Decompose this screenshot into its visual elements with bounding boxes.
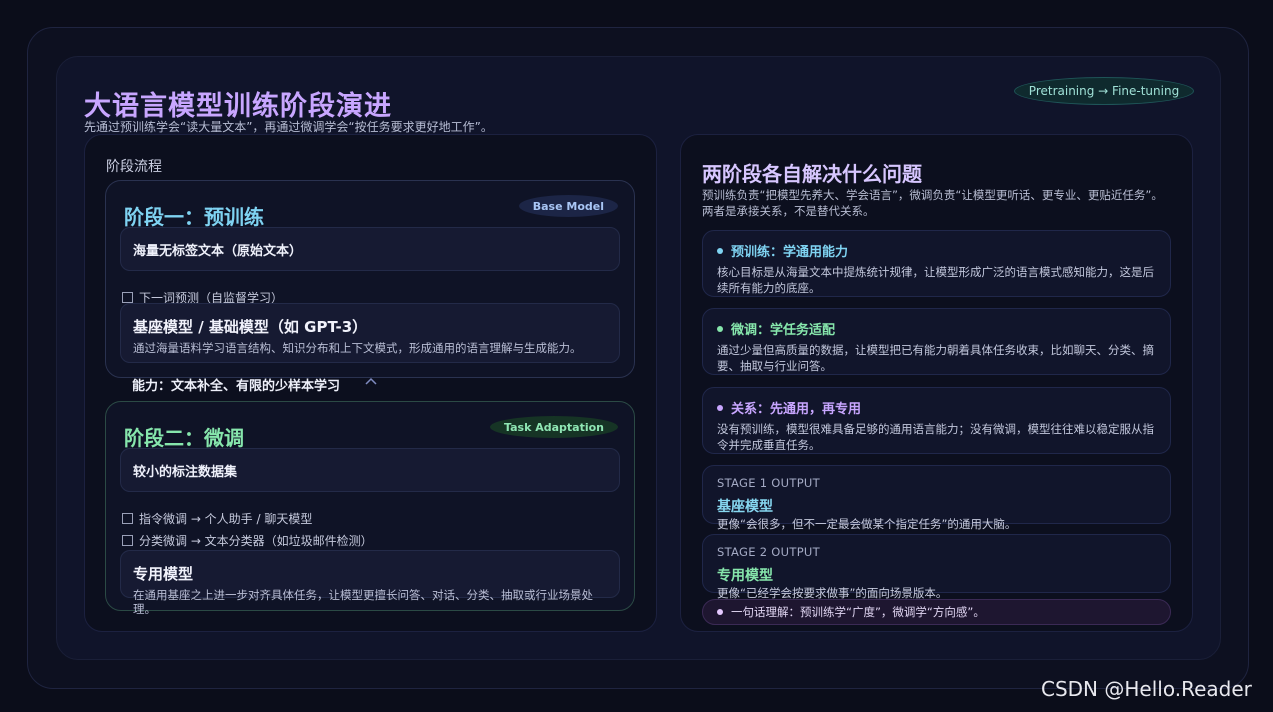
- dot-icon: [717, 609, 723, 615]
- finetuning-goal-head-text: 微调：学任务适配: [731, 323, 836, 338]
- stage-1-output-title: 基座模型: [717, 499, 773, 515]
- watermark: CSDN @Hello.Reader: [1041, 677, 1252, 701]
- problems-title: 两阶段各自解决什么问题: [702, 162, 922, 186]
- stage-2-input-text: 较小的标注数据集: [133, 465, 238, 480]
- specialized-model-title: 专用模型: [133, 565, 194, 583]
- base-model-box: 基座模型 / 基础模型（如 GPT-3） 通过海量语料学习语言结构、知识分布和上…: [120, 303, 620, 363]
- base-model-desc: 通过海量语料学习语言结构、知识分布和上下文模式，形成通用的语言理解与生成能力。: [133, 341, 582, 355]
- finetuning-goal-body: 通过少量但高质量的数据，让模型把已有能力朝着具体任务收束，比如聊天、分类、摘要、…: [717, 343, 1154, 373]
- page-subtitle: 先通过预训练学会“读大量文本”，再通过微调学会“按任务要求更好地工作”。: [84, 120, 493, 134]
- specialized-model-box: 专用模型 在通用基座之上进一步对齐具体任务，让模型更擅长问答、对话、分类、抽取或…: [120, 550, 620, 616]
- checkbox-icon: [122, 292, 133, 303]
- dot-icon: [717, 404, 723, 411]
- stage-1-input-box: 海量无标签文本（原始文本）: [120, 227, 620, 271]
- pretraining-finetuning-pill: Pretraining → Fine-tuning: [1014, 77, 1194, 105]
- dot-icon: [717, 247, 723, 254]
- pretraining-goal-head: 预训练：学通用能力: [717, 241, 848, 260]
- chevron-up-icon: [365, 377, 377, 385]
- stage-1-card: 阶段一：预训练 Base Model 海量无标签文本（原始文本） 下一词预测（自…: [105, 180, 635, 378]
- relationship-head-text: 关系：先通用，再专用: [731, 402, 862, 417]
- stage-2-input-box: 较小的标注数据集: [120, 448, 620, 492]
- pretraining-goal-head-text: 预训练：学通用能力: [731, 245, 849, 260]
- base-model-title: 基座模型 / 基础模型（如 GPT-3）: [133, 318, 368, 336]
- relationship-box: 关系：先通用，再专用 没有预训练，模型很难具备足够的通用语言能力；没有微调，模型…: [702, 387, 1171, 454]
- summary-pill: 一句话理解：预训练学“广度”，微调学“方向感”。: [702, 599, 1171, 625]
- stage-1-output-label: STAGE 1 OUTPUT: [717, 476, 820, 490]
- stage-2-task-1-label: 指令微调 → 个人助手 / 聊天模型: [139, 512, 313, 526]
- stage-2-output-box: STAGE 2 OUTPUT 专用模型 更像“已经学会按要求做事”的面向场景版本…: [702, 534, 1171, 600]
- pretraining-goal-box: 预训练：学通用能力 核心目标是从海量文本中提炼统计规律，让模型形成广泛的语言模式…: [702, 230, 1171, 297]
- stage-1-input-text: 海量无标签文本（原始文本）: [133, 244, 303, 259]
- relationship-body: 没有预训练，模型很难具备足够的通用语言能力；没有微调，模型往往难以稳定服从指令并…: [717, 422, 1154, 452]
- stage-2-task-1: 指令微调 → 个人助手 / 聊天模型: [122, 510, 312, 527]
- finetuning-goal-box: 微调：学任务适配 通过少量但高质量的数据，让模型把已有能力朝着具体任务收束，比如…: [702, 308, 1171, 375]
- checkbox-icon: [122, 535, 133, 546]
- stage-flow-label: 阶段流程: [106, 159, 162, 175]
- finetuning-goal-head: 微调：学任务适配: [717, 319, 835, 338]
- problems-subtitle: 预训练负责“把模型先养大、学会语言”，微调负责“让模型更听话、更专业、更贴近任务…: [702, 188, 1163, 218]
- task-adaptation-badge: Task Adaptation: [490, 416, 618, 438]
- stage-2-card: 阶段二：微调 Task Adaptation 较小的标注数据集 指令微调 → 个…: [105, 401, 635, 616]
- relationship-head: 关系：先通用，再专用: [717, 398, 861, 417]
- stage-1-output-desc: 更像“会很多，但不一定最会做某个指定任务”的通用大脑。: [717, 517, 1017, 531]
- stage-2-output-title: 专用模型: [717, 568, 773, 584]
- stage-2-task-2-label: 分类微调 → 文本分类器（如垃圾邮件检测）: [139, 534, 373, 548]
- stage-2-title: 阶段二：微调: [124, 426, 244, 450]
- stage-1-ability: 能力：文本补全、有限的少样本学习: [132, 379, 341, 394]
- dot-icon: [717, 325, 723, 332]
- checkbox-icon: [122, 513, 133, 524]
- summary-text: 一句话理解：预训练学“广度”，微调学“方向感”。: [731, 605, 985, 619]
- stage-1-output-box: STAGE 1 OUTPUT 基座模型 更像“会很多，但不一定最会做某个指定任务…: [702, 465, 1171, 531]
- base-model-badge: Base Model: [518, 195, 618, 217]
- stage-2-task-2: 分类微调 → 文本分类器（如垃圾邮件检测）: [122, 532, 373, 549]
- specialized-model-desc: 在通用基座之上进一步对齐具体任务，让模型更擅长问答、对话、分类、抽取或行业场景处…: [133, 588, 593, 616]
- pretraining-goal-body: 核心目标是从海量文本中提炼统计规律，让模型形成广泛的语言模式感知能力，这是后续所…: [717, 265, 1154, 295]
- stage-1-title: 阶段一：预训练: [124, 205, 264, 229]
- stage-2-output-label: STAGE 2 OUTPUT: [717, 545, 820, 559]
